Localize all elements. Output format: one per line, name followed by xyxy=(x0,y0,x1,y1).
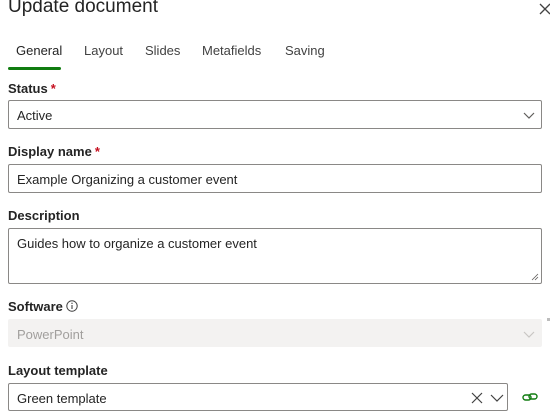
active-tab-indicator xyxy=(8,67,61,70)
tab-slides[interactable]: Slides xyxy=(145,43,180,58)
layout-template-combobox[interactable]: Green template xyxy=(8,383,508,411)
dialog-title: Update document xyxy=(8,0,158,17)
display-name-input[interactable]: Example Organizing a customer event xyxy=(8,164,542,193)
description-label: Description xyxy=(8,208,80,223)
required-mark: * xyxy=(94,144,100,159)
tab-metafields[interactable]: Metafields xyxy=(202,43,261,58)
required-mark: * xyxy=(50,81,56,96)
tab-general[interactable]: General xyxy=(16,43,62,58)
status-label: Status * xyxy=(8,81,56,96)
layout-template-label: Layout template xyxy=(8,363,108,378)
software-label-text: Software xyxy=(8,299,63,314)
description-textarea[interactable]: Guides how to organize a customer event xyxy=(8,228,542,284)
layout-template-value: Green template xyxy=(17,391,107,406)
chevron-down-icon[interactable] xyxy=(490,392,504,404)
software-dropdown: PowerPoint xyxy=(8,319,542,347)
status-dropdown[interactable]: Active xyxy=(8,100,542,129)
link-icon[interactable] xyxy=(522,390,538,404)
status-label-text: Status xyxy=(8,81,48,96)
close-icon[interactable] xyxy=(538,2,550,16)
info-icon[interactable] xyxy=(66,300,78,312)
software-value: PowerPoint xyxy=(17,327,84,342)
description-value: Guides how to organize a customer event xyxy=(17,236,257,251)
display-name-value: Example Organizing a customer event xyxy=(17,172,238,187)
tab-layout[interactable]: Layout xyxy=(84,43,123,58)
display-name-label: Display name * xyxy=(8,144,100,159)
display-name-label-text: Display name xyxy=(8,144,92,159)
software-label: Software xyxy=(8,299,78,314)
clear-icon[interactable] xyxy=(471,392,483,404)
chevron-down-icon xyxy=(523,331,535,338)
chevron-down-icon xyxy=(523,112,535,119)
status-value: Active xyxy=(17,108,53,123)
resize-handle-icon[interactable] xyxy=(531,273,539,281)
tab-saving[interactable]: Saving xyxy=(285,43,325,58)
